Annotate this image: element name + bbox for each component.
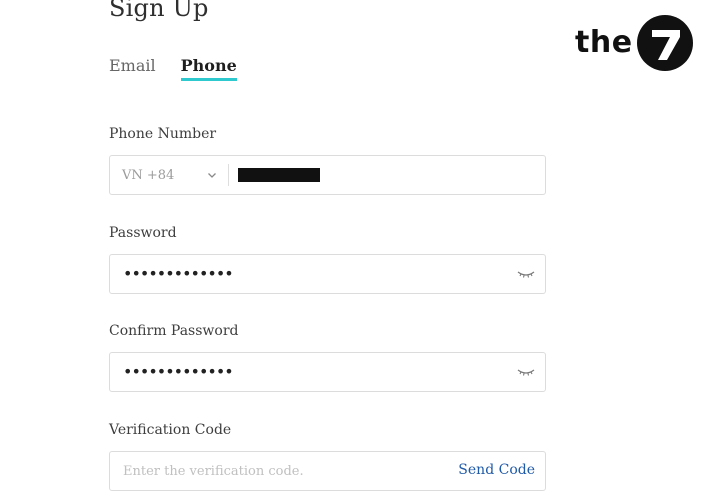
send-code-button[interactable]: Send Code <box>458 462 535 478</box>
eye-closed-icon[interactable] <box>517 367 535 377</box>
phone-number-label: Phone Number <box>109 126 217 142</box>
verification-code-field: Send Code <box>109 451 546 491</box>
password-label: Password <box>109 225 177 241</box>
signup-method-tabs: Email Phone <box>109 56 262 81</box>
tab-phone[interactable]: Phone <box>180 56 237 81</box>
logo-text: the <box>575 24 633 60</box>
confirm-password-field[interactable]: ••••••••••••• <box>109 352 546 392</box>
chevron-down-icon <box>208 173 216 178</box>
seven-icon <box>651 30 680 60</box>
verification-code-input[interactable] <box>110 452 450 490</box>
tab-email[interactable]: Email <box>109 56 156 81</box>
confirm-password-label: Confirm Password <box>109 323 239 339</box>
phone-number-field: VN +84 <box>109 155 546 195</box>
password-field[interactable]: ••••••••••••• <box>109 254 546 294</box>
page-title: Sign Up <box>109 0 209 22</box>
logo-badge <box>636 15 693 71</box>
brand-logo: the <box>575 14 693 72</box>
country-code-select[interactable]: VN +84 <box>110 156 228 194</box>
phone-number-input[interactable] <box>238 168 320 182</box>
verification-code-label: Verification Code <box>109 422 232 438</box>
password-input-value: ••••••••••••• <box>123 264 234 283</box>
field-divider <box>228 164 229 186</box>
eye-closed-icon[interactable] <box>517 269 535 279</box>
country-code-value: VN +84 <box>122 167 175 183</box>
confirm-password-input-value: ••••••••••••• <box>123 362 234 381</box>
